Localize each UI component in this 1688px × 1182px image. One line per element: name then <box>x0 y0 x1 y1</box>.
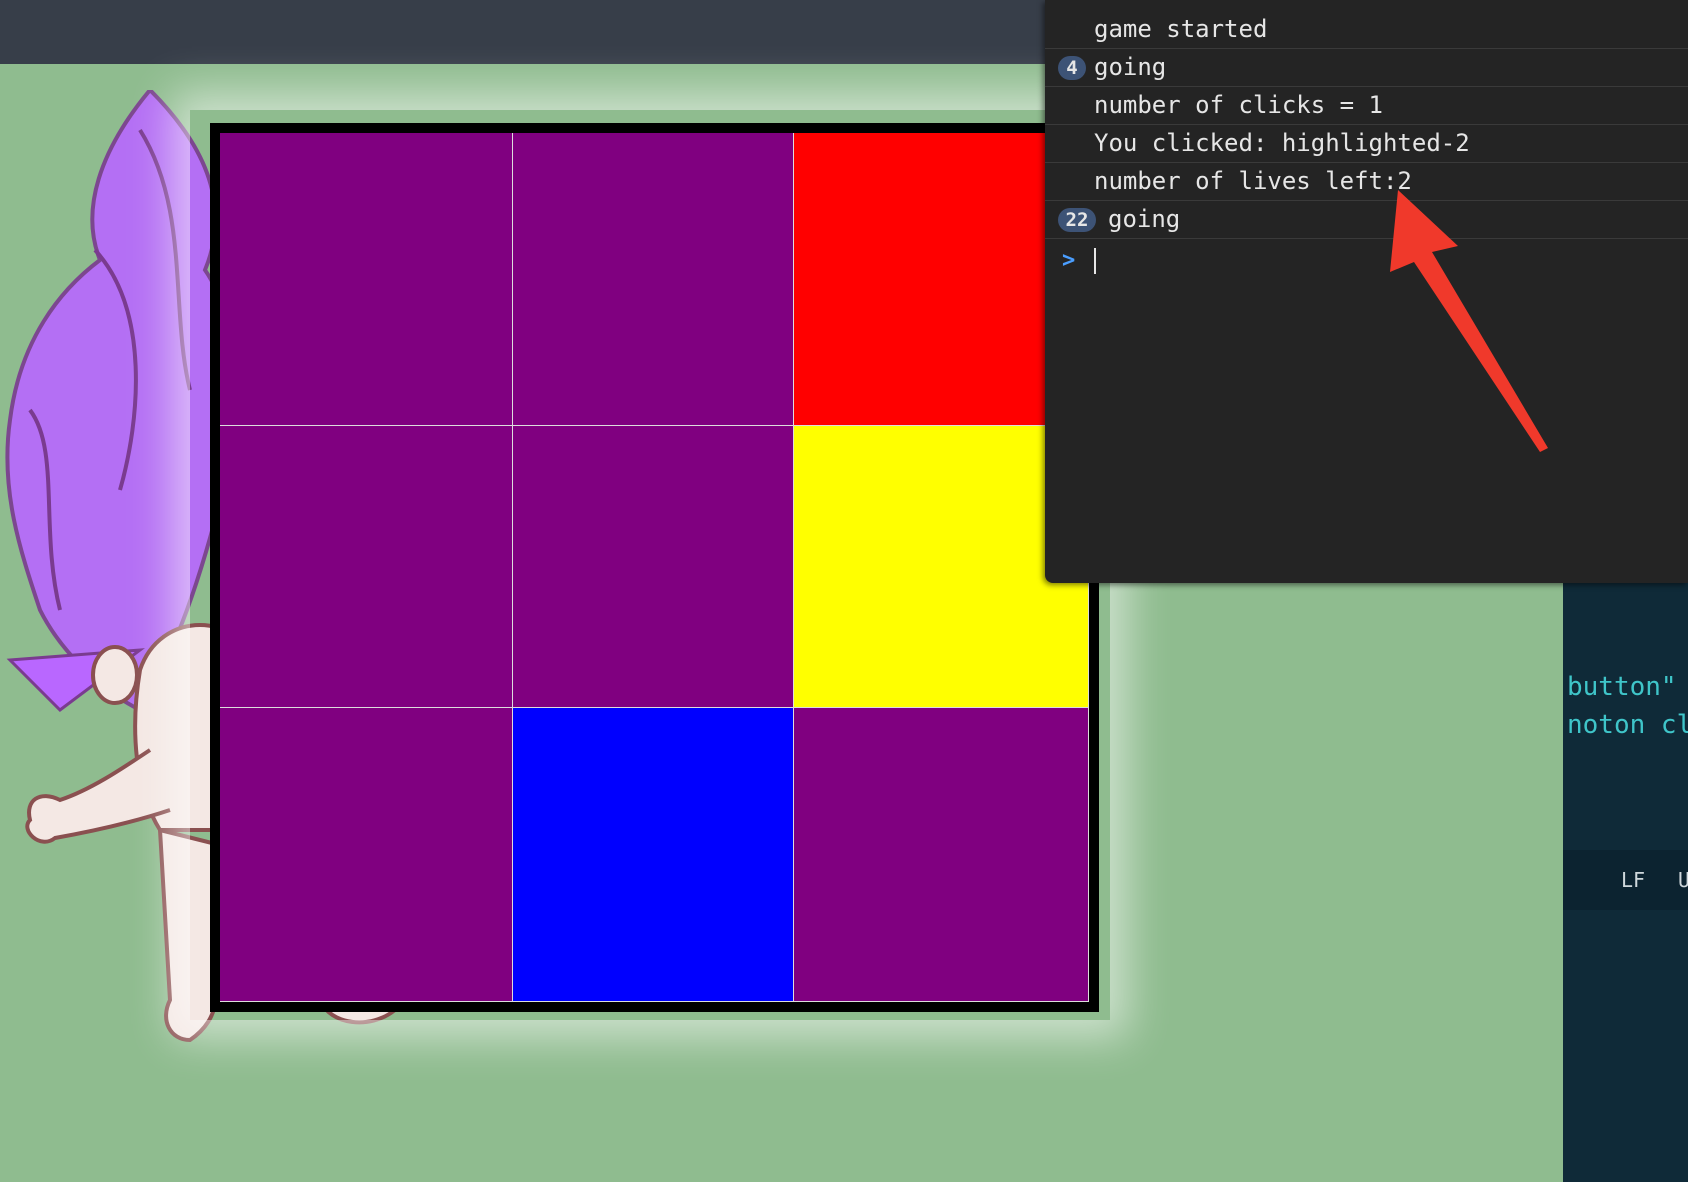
code-editor-panel: button" noton cl LF U <box>1563 580 1688 1182</box>
devtools-console: game started 4 going number of clicks = … <box>1045 0 1688 583</box>
game-cell-2[interactable] <box>513 133 794 426</box>
game-cell-5[interactable] <box>513 426 794 708</box>
game-cell-9[interactable] <box>794 708 1089 1002</box>
console-prompt-icon: > <box>1062 248 1076 273</box>
encoding-indicator[interactable]: U <box>1678 868 1688 892</box>
console-message: game started <box>1045 11 1688 49</box>
console-message: 22 going <box>1045 201 1688 239</box>
game-cell-1[interactable] <box>220 133 513 426</box>
line-ending-indicator[interactable]: LF <box>1621 868 1645 892</box>
game-cell-8[interactable] <box>513 708 794 1002</box>
console-message: number of clicks = 1 <box>1045 87 1688 125</box>
game-board <box>210 123 1099 1012</box>
game-cell-7[interactable] <box>220 708 513 1002</box>
game-cell-4[interactable] <box>220 426 513 708</box>
console-message: 4 going <box>1045 49 1688 87</box>
code-line: noton cl <box>1567 710 1688 740</box>
code-line: button" <box>1567 672 1677 702</box>
game-grid <box>220 133 1089 1002</box>
editor-status-bar: LF U <box>1563 850 1688 910</box>
repeat-count-badge: 22 <box>1058 208 1096 232</box>
console-message: number of lives left:2 <box>1045 163 1688 201</box>
console-input[interactable] <box>1094 248 1096 274</box>
console-message: You clicked: highlighted-2 <box>1045 125 1688 163</box>
repeat-count-badge: 4 <box>1058 56 1086 80</box>
